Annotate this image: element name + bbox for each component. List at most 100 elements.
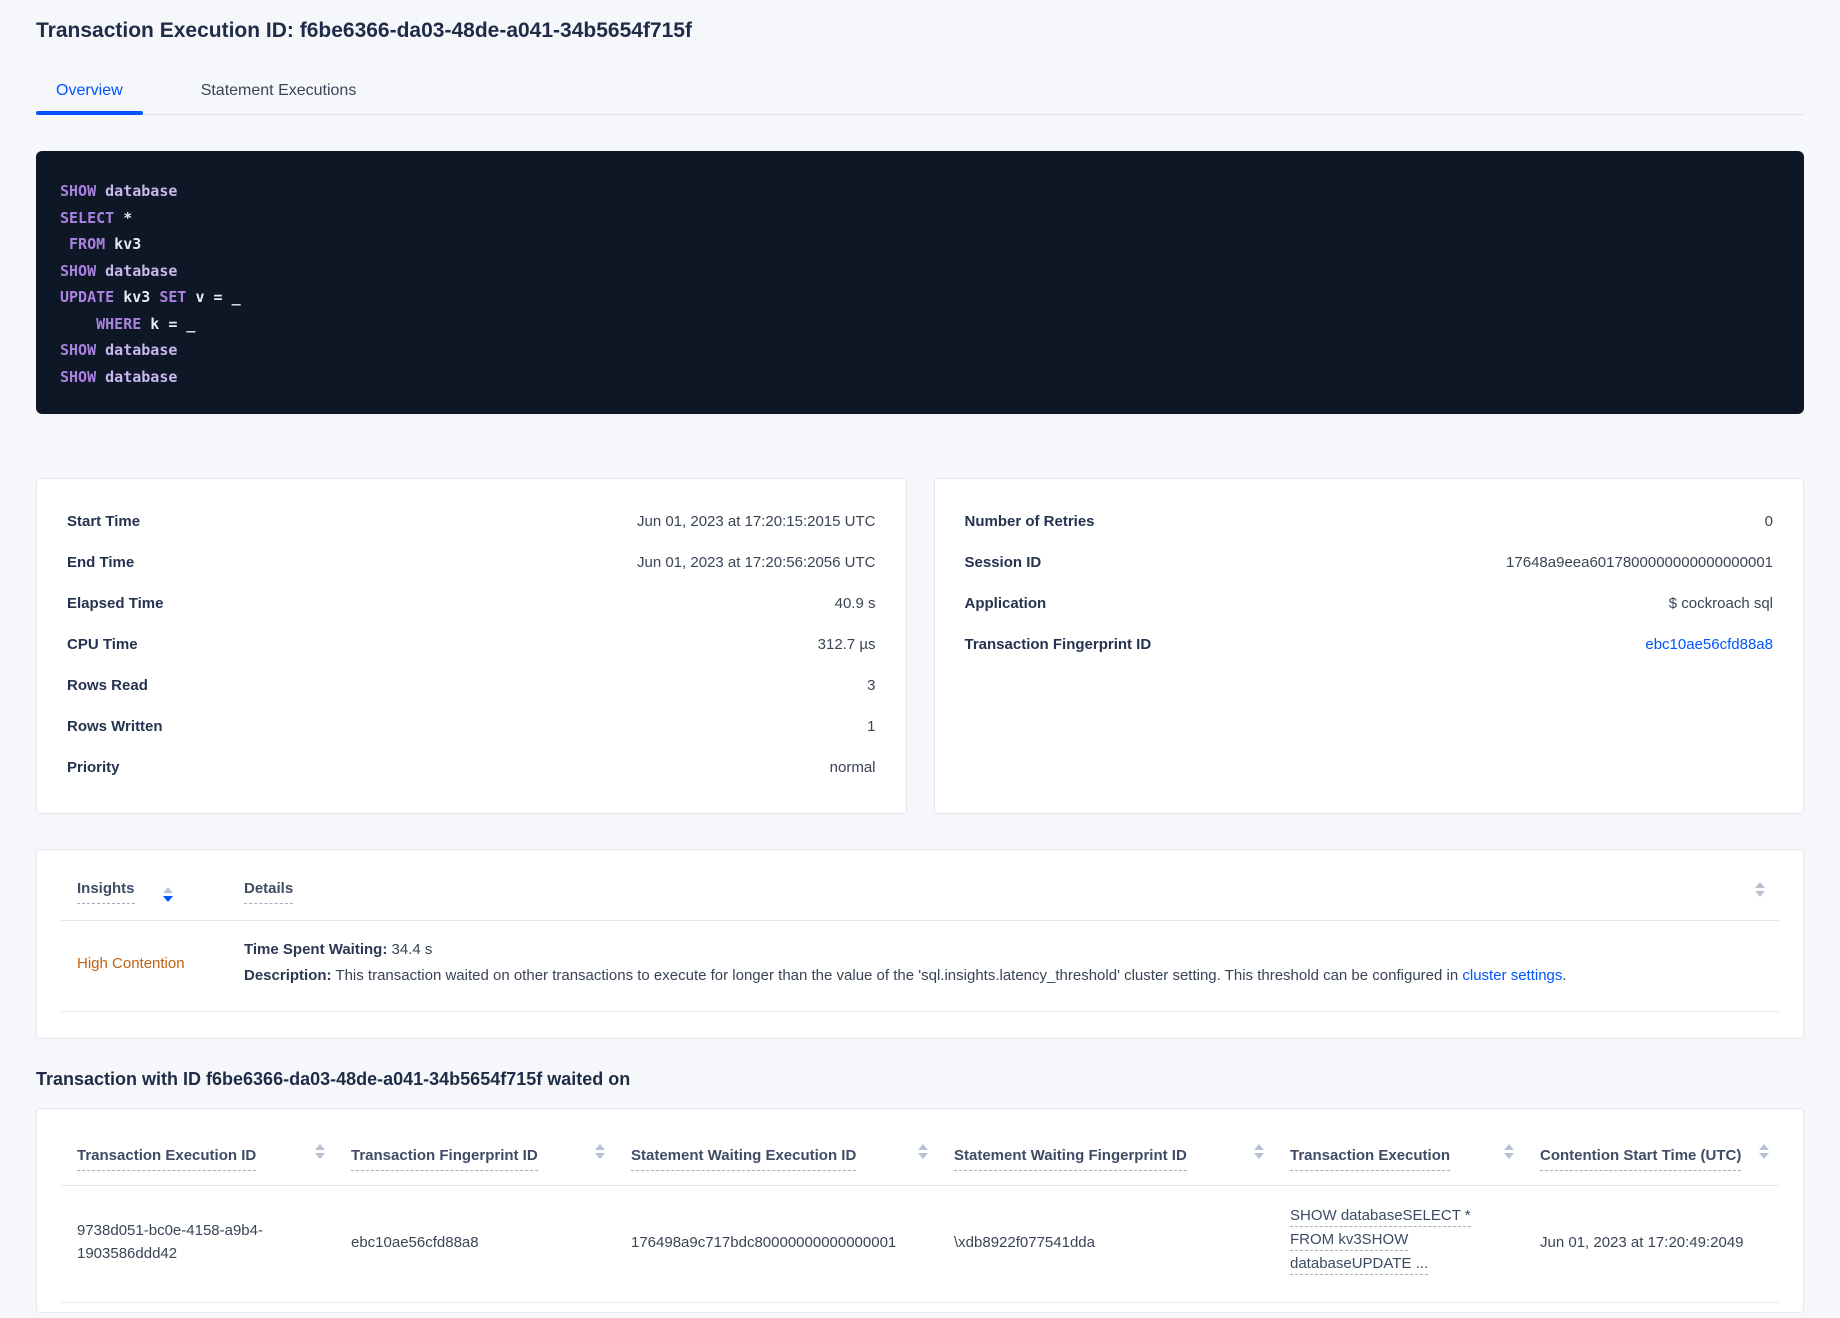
tab-statement-executions[interactable]: Statement Executions [181, 72, 377, 114]
sort-arrows-icon[interactable] [315, 1144, 325, 1159]
column-sort-header[interactable]: Contention Start Time (UTC) [1540, 1147, 1742, 1171]
detail-row: Number of Retries 0 [965, 501, 1774, 542]
details-column-header: Details [228, 880, 1695, 904]
sort-arrows-icon[interactable] [918, 1144, 928, 1159]
tab-bar: Overview Statement Executions [36, 72, 1804, 115]
detail-value: 1 [867, 718, 876, 735]
cell-transaction-fingerprint-id: ebc10ae56cfd88a8 [335, 1185, 615, 1303]
detail-row: Transaction Fingerprint ID ebc10ae56cfd88… [965, 624, 1774, 665]
column-header-transaction-fingerprint-id: Transaction Fingerprint ID [335, 1109, 615, 1186]
detail-row: Session ID 17648a9eea60178000000000000000… [965, 542, 1774, 583]
detail-value: 312.7 µs [817, 636, 876, 653]
column-sort-header[interactable]: Statement Waiting Fingerprint ID [954, 1147, 1187, 1171]
details-sort-header[interactable]: Details [244, 880, 294, 904]
description-text: This transaction waited on other transac… [331, 967, 1463, 984]
insights-column-header: Insights [61, 880, 228, 904]
insight-details: Time Spent Waiting: 34.4 s Description: … [228, 937, 1779, 989]
sort-arrows-icon[interactable] [1254, 1144, 1264, 1159]
transaction-fingerprint-link[interactable]: ebc10ae56cfd88a8 [1645, 636, 1773, 653]
waited-on-table: Transaction Execution ID Transaction Fing… [61, 1109, 1779, 1303]
sql-token: SET [159, 288, 187, 306]
sql-token: WHERE [96, 314, 142, 333]
detail-label: Number of Retries [964, 513, 1095, 530]
sql-token: database [96, 367, 178, 386]
description-suffix: . [1562, 967, 1567, 984]
detail-value: Jun 01, 2023 at 17:20:15:2015 UTC [636, 513, 876, 530]
transaction-execution-link-line[interactable]: databaseUPDATE ... [1290, 1254, 1429, 1275]
tab-overview[interactable]: Overview [36, 72, 143, 115]
column-header-transaction-execution: Transaction Execution [1274, 1109, 1524, 1186]
column-sort-header[interactable]: Statement Waiting Execution ID [631, 1147, 857, 1171]
sql-token: database [96, 261, 178, 280]
sql-line: SHOW database [60, 178, 1780, 205]
sql-token: SHOW [60, 261, 97, 280]
transaction-execution-link-line[interactable]: FROM kv3SHOW [1290, 1230, 1409, 1251]
column-header-statement-waiting-execution-id: Statement Waiting Execution ID [615, 1109, 938, 1186]
detail-label: Rows Written [67, 718, 163, 735]
detail-cards: Start Time Jun 01, 2023 at 17:20:15:2015 … [36, 478, 1804, 814]
execution-details-card: Start Time Jun 01, 2023 at 17:20:15:2015 … [36, 478, 907, 814]
transaction-details-page: Transaction Execution ID: f6be6366-da03-… [0, 0, 1840, 1313]
sort-arrows-icon[interactable] [1755, 882, 1765, 897]
column-sort-header[interactable]: Transaction Execution ID [77, 1147, 257, 1171]
sql-token: database [96, 341, 178, 359]
card-bottom-padding [61, 1012, 1779, 1038]
detail-label: Rows Read [67, 677, 148, 694]
detail-row: Rows Written 1 [67, 706, 876, 747]
description-label: Description: [244, 967, 332, 984]
column-header-statement-waiting-fingerprint-id: Statement Waiting Fingerprint ID [938, 1109, 1274, 1186]
detail-label: Priority [67, 759, 120, 776]
cell-transaction-execution: SHOW databaseSELECT * FROM kv3SHOW databas… [1274, 1185, 1524, 1303]
sql-statements-box: SHOW database SELECT * FROM kv3 SHOW datab… [36, 151, 1804, 414]
waited-on-section-title: Transaction with ID f6be6366-da03-48de-a… [36, 1069, 631, 1089]
insights-sort-header[interactable]: Insights [77, 880, 135, 904]
detail-value: 3 [867, 677, 876, 694]
detail-value: normal [829, 759, 876, 776]
sql-token: * [114, 208, 133, 227]
sort-arrows-icon[interactable] [162, 886, 173, 902]
sort-arrows-icon[interactable] [1504, 1144, 1514, 1159]
detail-value: 17648a9eea6017800000000000000001 [1506, 554, 1773, 571]
insights-header-end [1695, 882, 1779, 897]
sql-line: SHOW database [60, 364, 1780, 391]
page-title: Transaction Execution ID: f6be6366-da03-… [36, 19, 692, 42]
cell-statement-waiting-fingerprint-id: \xdb8922f077541dda [938, 1185, 1274, 1303]
sql-token: database [96, 182, 178, 200]
sql-line: UPDATE kv3 SET v = _ [60, 284, 1780, 311]
sql-line: SHOW database [60, 258, 1780, 285]
session-details-card: Number of Retries 0 Session ID 17648a9eea60… [933, 478, 1804, 814]
insight-row: High Contention Time Spent Waiting: 34.4… [61, 921, 1779, 1012]
detail-value: Jun 01, 2023 at 17:20:56:2056 UTC [636, 554, 876, 571]
column-header-transaction-execution-id: Transaction Execution ID [61, 1109, 335, 1186]
sql-token: kv3 [105, 235, 142, 253]
sql-line: FROM kv3 [60, 231, 1780, 258]
detail-label: Application [964, 595, 1047, 612]
column-sort-header[interactable]: Transaction Fingerprint ID [351, 1147, 538, 1171]
detail-label: Transaction Fingerprint ID [964, 636, 1152, 653]
detail-value: $ cockroach sql [1668, 595, 1773, 612]
sort-arrows-icon[interactable] [1759, 1144, 1769, 1159]
sql-token: k = _ [141, 314, 196, 333]
cluster-settings-link[interactable]: cluster settings [1462, 967, 1562, 984]
sql-token: FROM [69, 235, 106, 253]
sql-token: v = _ [186, 288, 241, 306]
sql-token: SHOW [60, 367, 97, 386]
column-header-contention-start-time-utc-: Contention Start Time (UTC) [1524, 1109, 1779, 1186]
insights-card: Insights Details High Contention Time Sp… [36, 849, 1804, 1039]
detail-value: 40.9 s [834, 595, 876, 612]
detail-value: 0 [1764, 513, 1773, 530]
detail-row: Rows Read 3 [67, 665, 876, 706]
transaction-execution-link-line[interactable]: SHOW databaseSELECT * [1290, 1206, 1471, 1227]
detail-label: Start Time [67, 513, 141, 530]
waited-on-card: Transaction Execution ID Transaction Fing… [36, 1108, 1804, 1313]
sort-arrows-icon[interactable] [595, 1144, 605, 1159]
card-bottom-padding [61, 1303, 1779, 1312]
detail-label: Session ID [964, 554, 1042, 571]
detail-row: Priority normal [67, 747, 876, 788]
sql-token: UPDATE [60, 288, 115, 306]
sql-token: SHOW [60, 182, 97, 200]
sql-token: SHOW [60, 341, 97, 359]
column-sort-header[interactable]: Transaction Execution [1290, 1147, 1451, 1171]
detail-label: Elapsed Time [67, 595, 164, 612]
